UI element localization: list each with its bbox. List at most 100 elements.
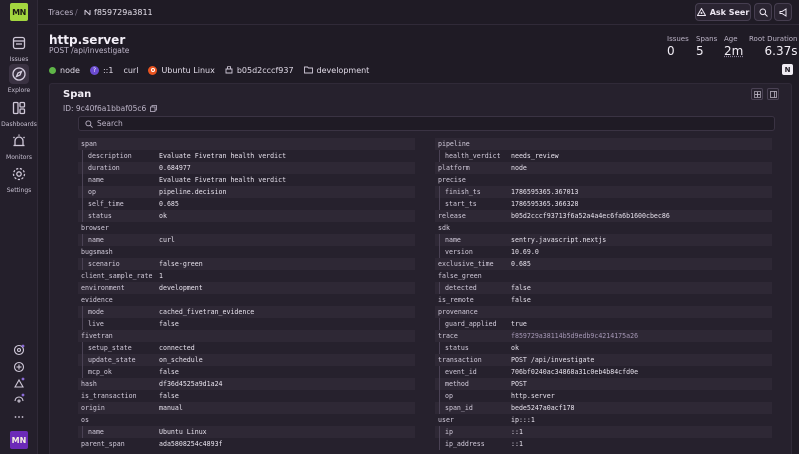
tag-os[interactable]: Ubuntu Linux <box>148 65 215 75</box>
copy-icon[interactable] <box>150 105 158 112</box>
attribute-key: name <box>88 236 104 244</box>
attribute-row[interactable]: mcp_ok false <box>78 366 415 378</box>
sidebar-item-issues[interactable]: Issues <box>0 33 38 63</box>
attribute-key: status <box>445 344 469 352</box>
attribute-row[interactable]: user ip:::1 <box>435 414 772 426</box>
attribute-key: self_time <box>88 200 124 208</box>
broadcast-icon[interactable] <box>11 375 27 391</box>
sidebar-item-monitors[interactable]: Monitors <box>0 131 38 161</box>
attribute-row[interactable]: browser <box>78 222 415 234</box>
attribute-row[interactable]: mode cached_fivetran_evidence <box>78 306 415 318</box>
sidebar-item-label: Issues <box>9 56 29 63</box>
attribute-row[interactable]: version 10.69.0 <box>435 246 772 258</box>
sidebar-item-settings[interactable]: Settings <box>0 164 38 194</box>
tag-runtime[interactable]: node <box>49 66 80 75</box>
attribute-value: ada5808254c4893f <box>159 440 223 448</box>
attribute-row[interactable]: health_verdict needs_review <box>435 150 772 162</box>
avatar[interactable]: MN <box>10 431 28 449</box>
tag-ip[interactable]: ? ::1 <box>89 65 113 75</box>
attribute-row[interactable]: false_green <box>435 270 772 282</box>
attribute-row[interactable]: name sentry.javascript.nextjs <box>435 234 772 246</box>
attribute-row[interactable]: live false <box>78 318 415 330</box>
attribute-key: version <box>445 248 473 256</box>
attribute-row[interactable]: description Evaluate Fivetran health verd… <box>78 150 415 162</box>
compass-icon <box>12 67 26 81</box>
tag-environment[interactable]: development <box>303 66 369 75</box>
status-icon[interactable] <box>11 391 27 407</box>
attribute-value: 1786595365.366328 <box>511 200 579 208</box>
attribute-row[interactable]: start_ts 1786595365.366328 <box>435 198 772 210</box>
attribute-row[interactable]: is_transaction false <box>78 390 415 402</box>
attribute-row[interactable]: scenario false-green <box>78 258 415 270</box>
attribute-row[interactable]: setup_state connected <box>78 342 415 354</box>
attribute-row[interactable]: origin manual <box>78 402 415 414</box>
attribute-row[interactable]: precise <box>435 174 772 186</box>
attribute-value: 1786595365.367013 <box>511 188 579 196</box>
attribute-row[interactable]: platform node <box>435 162 772 174</box>
search-placeholder: Search <box>97 119 123 128</box>
link-icon <box>753 90 761 98</box>
attribute-row[interactable]: guard_applied true <box>435 318 772 330</box>
sidebar-item-explore[interactable]: Explore <box>0 64 38 94</box>
search-button[interactable] <box>754 3 772 21</box>
attribute-row[interactable]: environment development <box>78 282 415 294</box>
attribute-row[interactable]: span <box>78 138 415 150</box>
org-logo[interactable]: MN <box>10 3 28 21</box>
stat-value[interactable]: 0 <box>667 44 689 58</box>
attribute-key: description <box>88 152 132 160</box>
attribute-row[interactable]: trace f859729a38114b5d9edb9c4214175a26 <box>435 330 772 342</box>
attribute-row[interactable]: provenance <box>435 306 772 318</box>
attribute-row[interactable]: is_remote false <box>435 294 772 306</box>
link-button[interactable] <box>751 88 763 100</box>
attribute-row[interactable]: fivetran <box>78 330 415 342</box>
attribute-row[interactable]: event_id 706bf0240ac34868a31c0eb4b84cfd0e <box>435 366 772 378</box>
attribute-value[interactable]: f859729a38114b5d9edb9c4214175a26 <box>511 332 638 340</box>
add-icon[interactable] <box>11 359 27 375</box>
attribute-row[interactable]: name Evaluate Fivetran health verdict <box>78 174 415 186</box>
attribute-row[interactable]: exclusive_time 0.685 <box>435 258 772 270</box>
attribute-row[interactable]: transaction POST /api/investigate <box>435 354 772 366</box>
breadcrumb-traces[interactable]: Traces <box>48 8 73 17</box>
attribute-key: name <box>88 428 104 436</box>
sidebar-item-label: Settings <box>6 187 32 194</box>
sidebar-item-dashboards[interactable]: Dashboards <box>0 98 38 128</box>
attribute-row[interactable]: os <box>78 414 415 426</box>
tag-release[interactable]: b05d2cccf937 <box>225 66 294 75</box>
attribute-row[interactable]: evidence <box>78 294 415 306</box>
more-icon[interactable] <box>11 409 27 425</box>
stat-value[interactable]: 2m <box>724 44 743 58</box>
attributes-search-input[interactable]: Search <box>78 116 775 131</box>
attribute-row[interactable]: status ok <box>78 210 415 222</box>
attribute-row[interactable]: update_state on_schedule <box>78 354 415 366</box>
attribute-row[interactable]: release b05d2cccf93713f6a52a4a4ec6fa6b160… <box>435 210 772 222</box>
stat-label: Root Duration <box>749 35 798 43</box>
help-icon[interactable] <box>11 342 27 358</box>
node-icon <box>49 66 56 74</box>
attribute-row[interactable]: finish_ts 1786595365.367013 <box>435 186 772 198</box>
attribute-row[interactable]: sdk <box>435 222 772 234</box>
attribute-row[interactable]: detected false <box>435 282 772 294</box>
collapse-panel-button[interactable] <box>767 88 779 100</box>
attribute-row[interactable]: op pipeline.decision <box>78 186 415 198</box>
attribute-row[interactable]: method POST <box>435 378 772 390</box>
tag-client[interactable]: curl <box>123 66 138 75</box>
attribute-row[interactable]: pipeline <box>435 138 772 150</box>
attribute-row[interactable]: bugsmash <box>78 246 415 258</box>
attribute-key: provenance <box>438 308 478 316</box>
attribute-row[interactable]: parent_span ada5808254c4893f <box>78 438 415 450</box>
attribute-row[interactable]: op http.server <box>435 390 772 402</box>
attribute-row[interactable]: ip_address::1 <box>435 438 772 450</box>
sidebar: MN Issues Explore Dashboards Monitors Se… <box>0 0 38 454</box>
attribute-row[interactable]: span_id bede5247a0acf178 <box>435 402 772 414</box>
attribute-row[interactable]: status ok <box>435 342 772 354</box>
attribute-row[interactable]: name Ubuntu Linux <box>78 426 415 438</box>
attribute-value: on_schedule <box>159 356 203 364</box>
attribute-row[interactable]: self_time 0.685 <box>78 198 415 210</box>
attribute-row[interactable]: name curl <box>78 234 415 246</box>
attribute-row[interactable]: duration 0.684977 <box>78 162 415 174</box>
broadcasts-button[interactable] <box>774 3 792 21</box>
attribute-row[interactable]: ip::1 <box>435 426 772 438</box>
attribute-row[interactable]: hash df36d4525a9d1a24 <box>78 378 415 390</box>
attribute-row[interactable]: client_sample_rate 1 <box>78 270 415 282</box>
ask-seer-button[interactable]: Ask Seer <box>695 3 751 21</box>
